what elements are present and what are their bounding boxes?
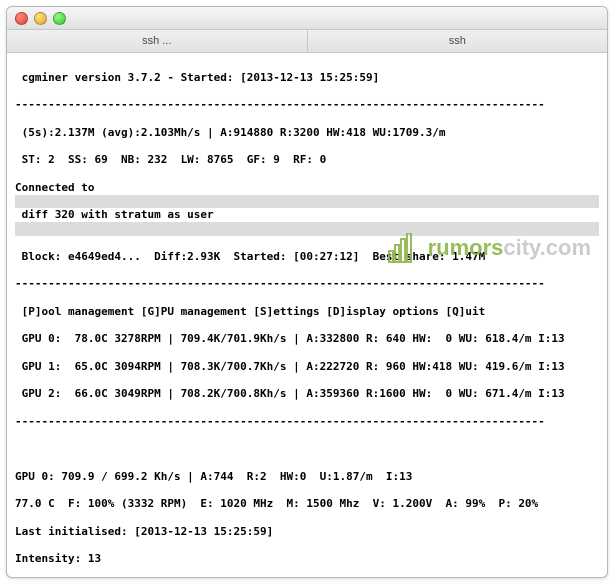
term-g0-1: GPU 0: 709.9 / 699.2 Kh/s | A:744 R:2 HW…	[15, 470, 599, 484]
tab-bar: ssh ... ssh	[7, 30, 607, 53]
term-stats2: ST: 2 SS: 69 NB: 232 LW: 8765 GF: 9 RF: …	[15, 153, 599, 167]
titlebar[interactable]	[7, 7, 607, 30]
term-block: Block: e4649ed4... Diff:2.93K Started: […	[15, 250, 599, 264]
term-g0-4: Intensity: 13	[15, 552, 599, 566]
term-gpu0s: GPU 0: 78.0C 3278RPM | 709.4K/701.9Kh/s …	[15, 332, 599, 346]
term-g0-2: 77.0 C F: 100% (3332 RPM) E: 1020 MHz M:…	[15, 497, 599, 511]
term-header: cgminer version 3.7.2 - Started: [2013-1…	[15, 71, 599, 85]
term-hr: ----------------------------------------…	[15, 415, 599, 429]
term-conn: Connected to xxxxxxxxxxxx diff 320 with …	[15, 181, 599, 236]
term-gpu1s: GPU 1: 65.0C 3094RPM | 708.3K/700.7Kh/s …	[15, 360, 599, 374]
term-hr: ----------------------------------------…	[15, 98, 599, 112]
zoom-icon[interactable]	[53, 12, 66, 25]
term-gpu2s: GPU 2: 66.0C 3049RPM | 708.2K/700.8Kh/s …	[15, 387, 599, 401]
close-icon[interactable]	[15, 12, 28, 25]
tab-ssh-2[interactable]: ssh	[308, 30, 608, 52]
term-menu1: [P]ool management [G]PU management [S]et…	[15, 305, 599, 319]
terminal-output: cgminer version 3.7.2 - Started: [2013-1…	[7, 53, 607, 578]
terminal-window: ssh ... ssh cgminer version 3.7.2 - Star…	[6, 6, 608, 578]
term-stats1: (5s):2.137M (avg):2.103Mh/s | A:914880 R…	[15, 126, 599, 140]
tab-ssh-1[interactable]: ssh ...	[7, 30, 308, 52]
minimize-icon[interactable]	[34, 12, 47, 25]
term-hr: ----------------------------------------…	[15, 277, 599, 291]
term-g0-3: Last initialised: [2013-12-13 15:25:59]	[15, 525, 599, 539]
